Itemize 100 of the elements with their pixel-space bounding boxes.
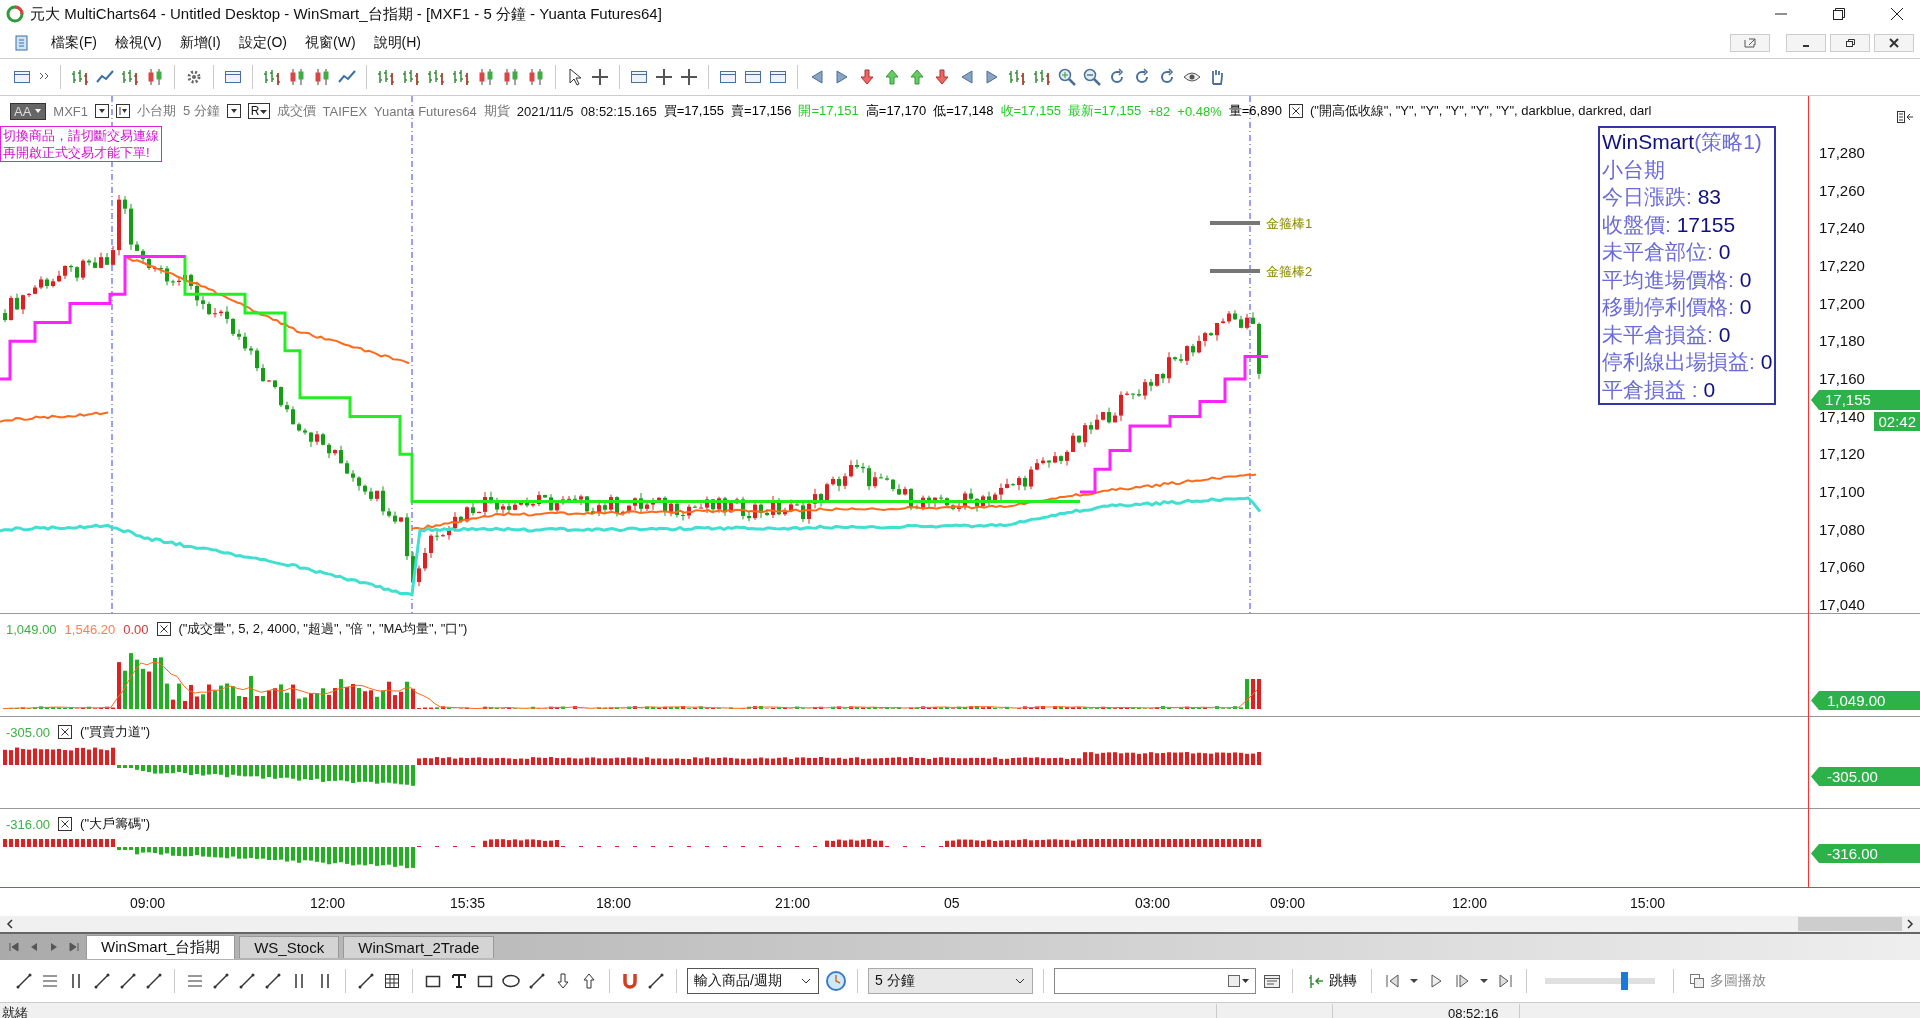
diagonal-line-icon[interactable] <box>144 971 164 991</box>
sheet-tab[interactable]: WinSmart_台指期 <box>86 935 236 959</box>
diagonal-line-icon[interactable] <box>263 971 283 991</box>
strategy-stat: 停利線出場損益: 0 <box>1602 349 1773 375</box>
indicator-panel[interactable]: -316.00 ("大戶籌碼") <box>0 809 1808 885</box>
menu-item[interactable]: 設定(O) <box>229 34 296 52</box>
indicator-panel[interactable]: -305.00 ("買賣力道") <box>0 717 1808 809</box>
close-icon[interactable] <box>156 622 171 636</box>
bar-chart-icon[interactable] <box>262 67 282 87</box>
status-text: 就緒 <box>2 1004 29 1018</box>
exchange-label: TAIFEX <box>322 103 368 119</box>
price-tick: 17,200 <box>1819 295 1865 312</box>
menu-item[interactable]: 檢視(V) <box>105 34 171 52</box>
crosshair-icon[interactable] <box>590 67 610 87</box>
quote-value: 高=17,170 <box>865 102 927 120</box>
strategy-stat: 未平倉損益: 0 <box>1602 321 1732 348</box>
bar-chart-icon[interactable] <box>451 67 471 87</box>
interval-select[interactable]: 5 分鐘 <box>868 968 1033 994</box>
down-arrow-icon[interactable] <box>857 67 877 87</box>
first-page-icon[interactable] <box>6 939 22 955</box>
multi-chart-playback-button[interactable]: 多圖播放 <box>1684 970 1770 992</box>
diagonal-line-icon[interactable] <box>237 971 257 991</box>
bar-chart-icon[interactable] <box>426 67 446 87</box>
restore-icon[interactable] <box>1830 34 1870 52</box>
value-tag: 1,049.00 <box>1811 691 1920 710</box>
dropdown-icon[interactable] <box>95 104 109 118</box>
crosshair-icon[interactable] <box>654 67 674 87</box>
quote-value: 買=17,155 <box>663 102 725 120</box>
strategy-stat: 收盤價: 17155 <box>1602 211 1737 238</box>
diagonal-line-icon[interactable] <box>92 971 112 991</box>
quote-value: 收=17,155 <box>1000 102 1061 120</box>
calendar-dropdown-icon <box>1227 974 1249 988</box>
last-page-icon[interactable] <box>66 939 82 955</box>
value-tag: -305.00 <box>1811 767 1920 786</box>
indicator-panel[interactable]: 1,049.00 1,546.20 0.00 ("成交量", 5, 2, 4000, "超過", "倍 ", "MA均量", "口") <box>0 614 1808 717</box>
window-title: 元大 MultiCharts64 - Untitled Desktop - WinSmart_台指期 - [MXF1 - 5 分鐘 - Yuanta Futures64] <box>30 4 662 24</box>
restore-icon[interactable] <box>1832 7 1846 21</box>
marker-label: 金箍棒2 <box>1266 263 1313 281</box>
price-tick: 17,280 <box>1819 145 1865 161</box>
warning-text: 切換商品，請切斷交易連線 <box>3 127 159 144</box>
time-tick: 05 <box>944 895 960 911</box>
category-label: 期貨 <box>483 102 510 120</box>
magnet-icon[interactable] <box>620 971 640 991</box>
bar-chart-icon[interactable] <box>376 67 396 87</box>
menu-item[interactable]: 新增(I) <box>170 34 230 52</box>
symbol-select[interactable]: 輸入商品/週期 <box>687 968 819 994</box>
close-icon[interactable] <box>58 817 73 831</box>
bar-chart-icon[interactable] <box>1007 67 1027 87</box>
time-tick: 09:00 <box>1270 895 1306 911</box>
menu-item[interactable]: 說明(H) <box>364 34 430 52</box>
strategy-stat: 平均進場價格: 0 <box>1602 266 1753 293</box>
horizontal-scrollbar[interactable] <box>0 916 1920 932</box>
symbol-label: MXF1 <box>53 103 88 119</box>
sheet-tab[interactable]: WS_Stock <box>239 936 340 958</box>
diagonal-line-icon[interactable] <box>356 971 376 991</box>
time-tick: 15:00 <box>1630 895 1666 911</box>
down-arrow-icon[interactable] <box>932 67 952 87</box>
price-tick: 17,040 <box>1819 596 1865 613</box>
jump-button[interactable]: 跳轉 <box>1303 970 1361 992</box>
time-tick: 12:00 <box>310 895 346 911</box>
quote-value: 低=17,148 <box>933 102 994 120</box>
zoom-in-icon[interactable] <box>1057 67 1077 87</box>
bar-chart-icon[interactable] <box>1032 67 1052 87</box>
crosshair-icon[interactable] <box>679 67 699 87</box>
dropdown-icon[interactable] <box>226 104 241 118</box>
bar-chart-icon[interactable] <box>70 67 90 87</box>
style-button[interactable]: AA <box>10 102 47 120</box>
diagonal-line-icon[interactable] <box>118 971 138 991</box>
menu-item[interactable]: 檔案(F) <box>42 34 106 52</box>
diagonal-line-icon[interactable] <box>646 971 666 991</box>
diagonal-line-icon[interactable] <box>14 971 34 991</box>
strategy-stat: 平倉損益 : 0 <box>1602 376 1717 403</box>
price-type-label: 成交價 <box>276 102 316 120</box>
bar-dropdown-icon[interactable] <box>116 104 130 118</box>
clock-icon[interactable] <box>825 970 847 992</box>
price-type-button[interactable]: R <box>247 103 270 119</box>
marker-label: 金箍棒1 <box>1266 215 1313 233</box>
scroll-thumb[interactable] <box>1798 917 1902 931</box>
sheet-tab[interactable]: WinSmart_2Trade <box>343 936 495 958</box>
close-icon[interactable] <box>58 725 73 739</box>
caret-icon <box>259 107 267 115</box>
grid-icon[interactable] <box>382 971 402 991</box>
text-tool-icon[interactable] <box>449 971 469 991</box>
close-icon[interactable] <box>1288 104 1303 118</box>
up-arrow-icon[interactable] <box>907 67 927 87</box>
time-tick: 15:35 <box>450 895 486 911</box>
axis-settings-icon[interactable] <box>1896 110 1914 124</box>
study-parameters: ("買賣力道") <box>80 723 150 741</box>
bar-chart-icon[interactable] <box>401 67 421 87</box>
zoom-out-icon[interactable] <box>1082 67 1102 87</box>
diagonal-line-icon[interactable] <box>211 971 231 991</box>
bar-chart-icon[interactable] <box>120 67 140 87</box>
slider-thumb[interactable] <box>1621 972 1629 990</box>
value-tag: -316.00 <box>1811 844 1920 863</box>
menu-item[interactable]: 視窗(W) <box>296 34 365 52</box>
diagonal-line-icon[interactable] <box>527 971 547 991</box>
date-field[interactable] <box>1054 968 1256 994</box>
time-tick: 18:00 <box>596 895 632 911</box>
close-icon[interactable] <box>1890 7 1904 21</box>
up-arrow-icon[interactable] <box>882 67 902 87</box>
